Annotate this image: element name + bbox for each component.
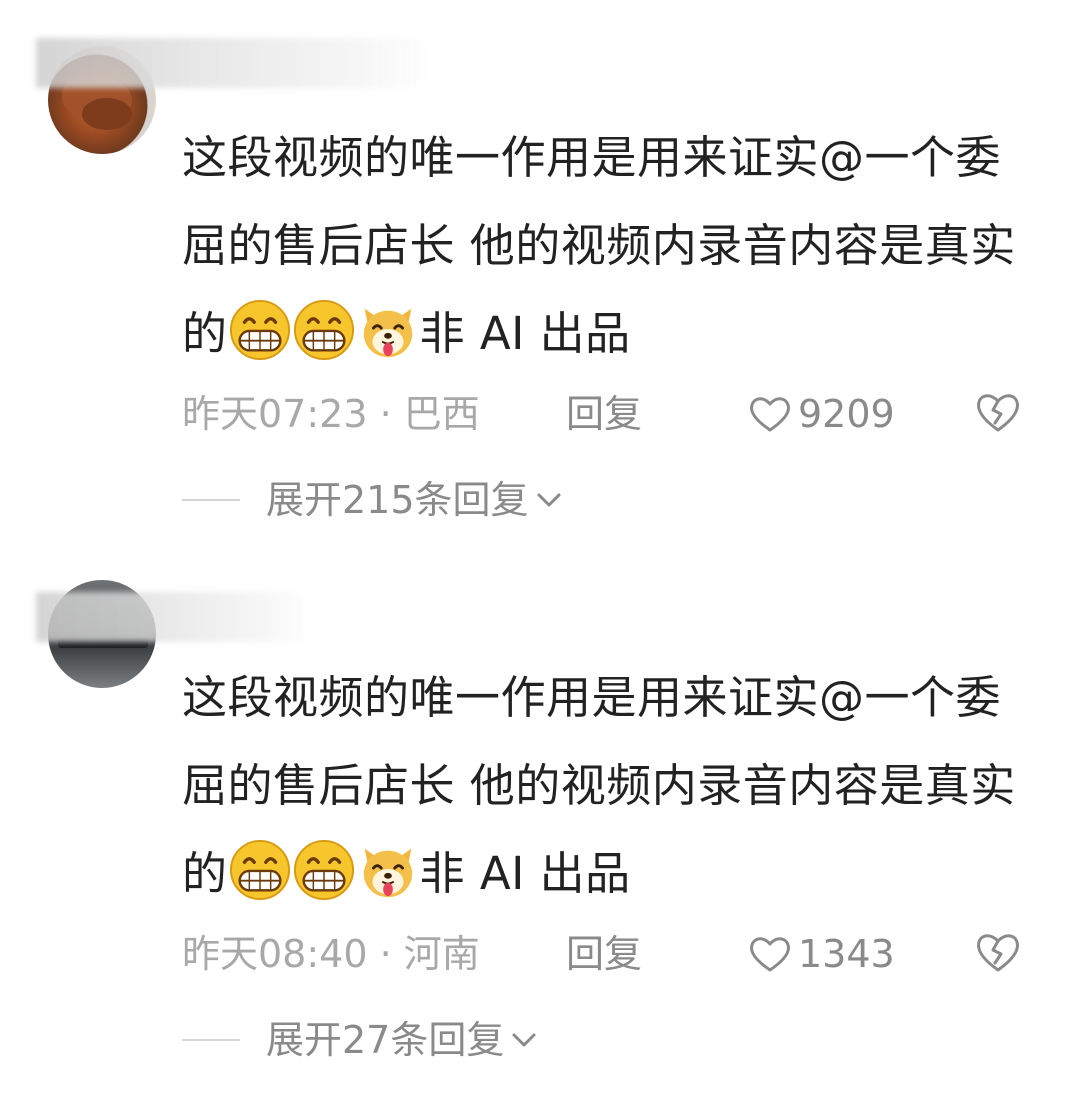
comment-location: 河南 — [403, 932, 480, 976]
username-blurred — [36, 38, 436, 88]
chevron-down-icon — [512, 1033, 536, 1047]
broken-heart-icon[interactable] — [974, 930, 1022, 974]
reply-button[interactable]: 回复 — [566, 384, 642, 444]
comment-time: 昨天07:23 — [182, 392, 368, 436]
grin-emoji — [229, 839, 290, 901]
expand-label: 展开215条回复 — [266, 478, 529, 522]
dog-emoji — [363, 308, 412, 358]
grin-emoji — [293, 839, 354, 901]
divider — [182, 1039, 240, 1041]
like-count: 9209 — [798, 392, 895, 436]
heart-icon — [750, 937, 790, 972]
heart-icon — [750, 397, 790, 432]
comment-text: 这段视频的唯一作用是用来证实@一个委屈的售后店长 他的视频内录音内容是真实的 非… — [182, 114, 1032, 378]
chevron-down-icon — [537, 493, 561, 507]
comment-text-tail: 非 AI 出品 — [419, 847, 631, 900]
meta-separator: · — [367, 932, 404, 976]
grin-emoji — [293, 299, 354, 361]
expand-label: 展开27条回复 — [266, 1018, 505, 1062]
like-count: 1343 — [798, 932, 895, 976]
comment-meta: 昨天07:23 · 巴西 回复 9209 — [182, 384, 1042, 444]
comment-text: 这段视频的唯一作用是用来证实@一个委屈的售后店长 他的视频内录音内容是真实的 非… — [182, 654, 1032, 918]
broken-heart-icon[interactable] — [974, 390, 1022, 434]
dog-emoji — [363, 848, 412, 898]
like-button[interactable]: 9209 — [748, 384, 895, 444]
expand-replies-button[interactable]: 展开215条回复 — [182, 470, 563, 530]
divider — [182, 499, 240, 501]
expand-replies-button[interactable]: 展开27条回复 — [182, 1010, 538, 1070]
comment-meta: 昨天08:40 · 河南 回复 1343 — [182, 924, 1042, 984]
comment-time: 昨天08:40 — [182, 932, 368, 976]
username-blurred — [36, 592, 316, 642]
comment-text-tail: 非 AI 出品 — [419, 307, 631, 360]
meta-separator: · — [367, 392, 404, 436]
comment-location: 巴西 — [403, 392, 480, 436]
like-button[interactable]: 1343 — [748, 924, 895, 984]
grin-emoji — [229, 299, 290, 361]
reply-button[interactable]: 回复 — [566, 924, 642, 984]
